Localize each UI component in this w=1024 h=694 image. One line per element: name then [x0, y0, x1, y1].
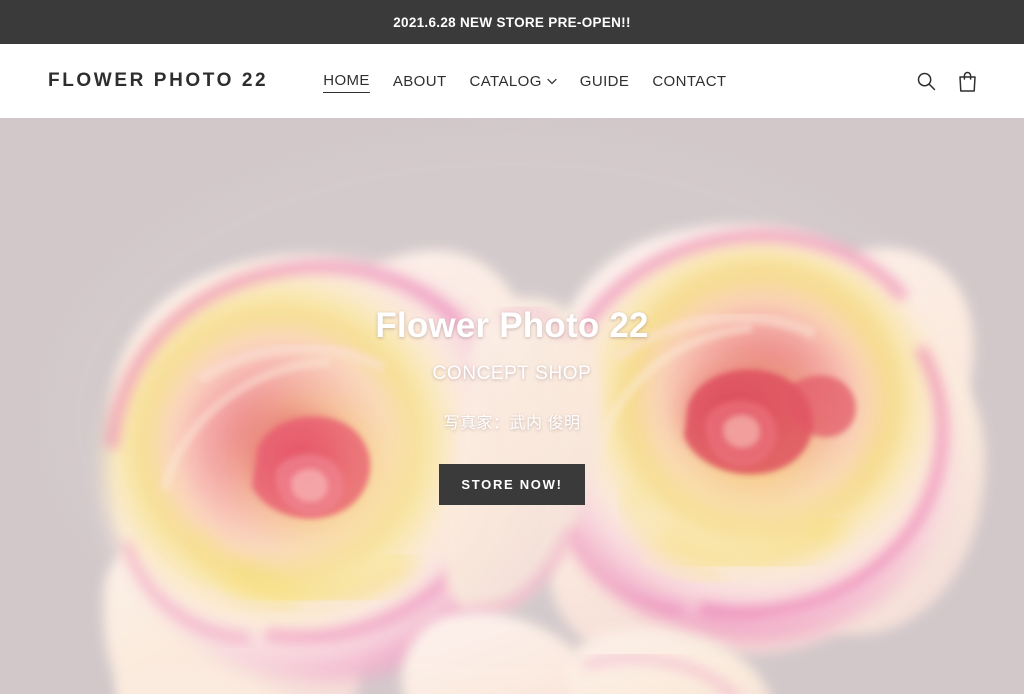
chevron-down-icon	[547, 78, 557, 85]
cart-icon[interactable]	[957, 70, 978, 93]
announcement-text: 2021.6.28 NEW STORE PRE-OPEN!!	[393, 14, 631, 30]
page-root: 2021.6.28 NEW STORE PRE-OPEN!! FLOWER PH…	[0, 0, 1024, 694]
nav-item-home-label: HOME	[323, 72, 370, 89]
header-icon-group	[916, 70, 978, 93]
nav-item-catalog-label: CATALOG	[469, 72, 542, 90]
nav-item-home[interactable]: HOME	[323, 69, 370, 93]
site-header: FLOWER PHOTO 22 HOME ABOUT CATALOG GUIDE	[0, 44, 1024, 118]
main-navigation: HOME ABOUT CATALOG GUIDE CONTACT	[323, 69, 726, 93]
hero-credit: 写真家：武内 俊明	[443, 414, 581, 432]
nav-item-about[interactable]: ABOUT	[393, 70, 447, 93]
nav-item-contact[interactable]: CONTACT	[652, 70, 726, 93]
nav-item-contact-label: CONTACT	[652, 72, 727, 90]
hero-section: Flower Photo 22 CONCEPT SHOP 写真家：武内 俊明 S…	[0, 118, 1024, 694]
announcement-bar: 2021.6.28 NEW STORE PRE-OPEN!!	[0, 0, 1024, 44]
nav-item-about-label: ABOUT	[392, 72, 447, 90]
hero-content: Flower Photo 22 CONCEPT SHOP 写真家：武内 俊明 S…	[0, 118, 1024, 694]
hero-title: Flower Photo 22	[375, 306, 649, 346]
nav-item-guide[interactable]: GUIDE	[580, 70, 630, 93]
hero-subtitle: CONCEPT SHOP	[432, 362, 592, 384]
search-icon[interactable]	[916, 71, 937, 92]
store-now-button[interactable]: STORE NOW!	[439, 463, 585, 505]
nav-item-catalog[interactable]: CATALOG	[470, 70, 557, 93]
site-logo[interactable]: FLOWER PHOTO 22	[48, 70, 268, 92]
nav-item-guide-label: GUIDE	[579, 72, 630, 90]
